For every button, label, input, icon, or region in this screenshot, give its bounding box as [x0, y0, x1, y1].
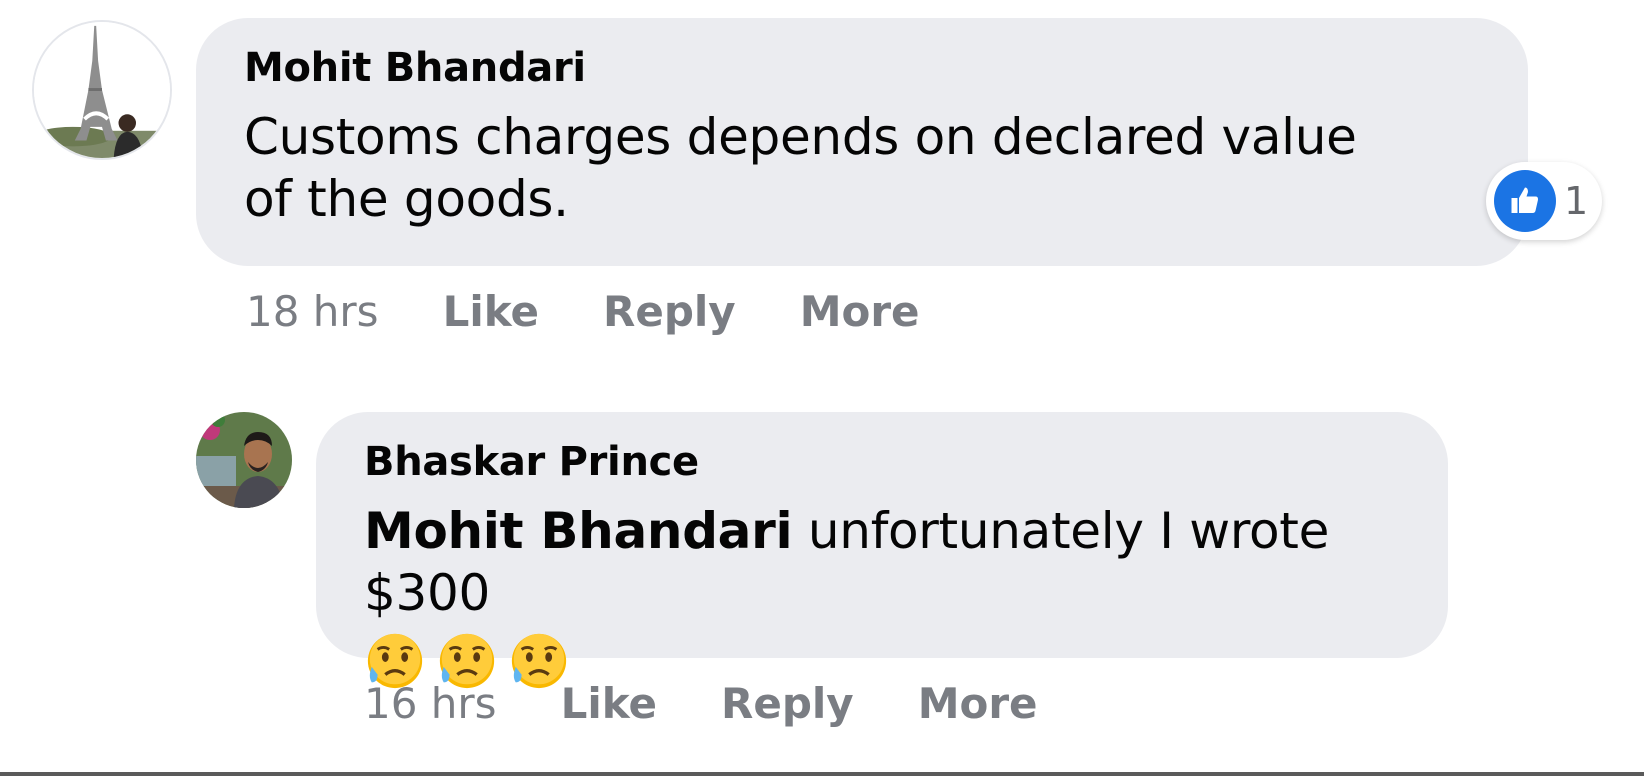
more-button[interactable]: More [918, 679, 1038, 728]
avatar-mohit-bhandari[interactable] [32, 20, 172, 160]
comment-text: Mohit Bhandari unfortunately I wrote $30… [364, 500, 1400, 692]
like-button[interactable]: Like [443, 287, 539, 336]
reply-bubble: Bhaskar Prince Mohit Bhandari unfortunat… [316, 412, 1448, 688]
thumbs-up-icon [1494, 170, 1556, 232]
eiffel-tower-avatar-image [34, 22, 170, 158]
comment-author[interactable]: Bhaskar Prince [364, 438, 1400, 486]
comment-actions: 18 hrs Like Reply More [246, 286, 984, 336]
mention-link[interactable]: Mohit Bhandari [364, 502, 793, 560]
comment-text: Customs charges depends on declared valu… [244, 108, 1357, 228]
reaction-summary[interactable]: 1 [1486, 162, 1603, 240]
reply-button[interactable]: Reply [721, 679, 854, 728]
bottom-divider [0, 772, 1644, 776]
person-avatar-image [196, 412, 292, 508]
avatar-bhaskar-prince[interactable] [196, 412, 292, 508]
comment-timestamp[interactable]: 18 hrs [246, 287, 379, 336]
reaction-count: 1 [1564, 179, 1589, 223]
comment-actions: 16 hrs Like Reply More [364, 678, 1102, 728]
like-button[interactable]: Like [561, 679, 657, 728]
reply-button[interactable]: Reply [603, 287, 736, 336]
more-button[interactable]: More [800, 287, 920, 336]
comment-bubble: Mohit Bhandari Customs charges depends o… [196, 18, 1528, 266]
comment-author[interactable]: Mohit Bhandari [244, 44, 1480, 92]
comment-timestamp[interactable]: 16 hrs [364, 679, 497, 728]
